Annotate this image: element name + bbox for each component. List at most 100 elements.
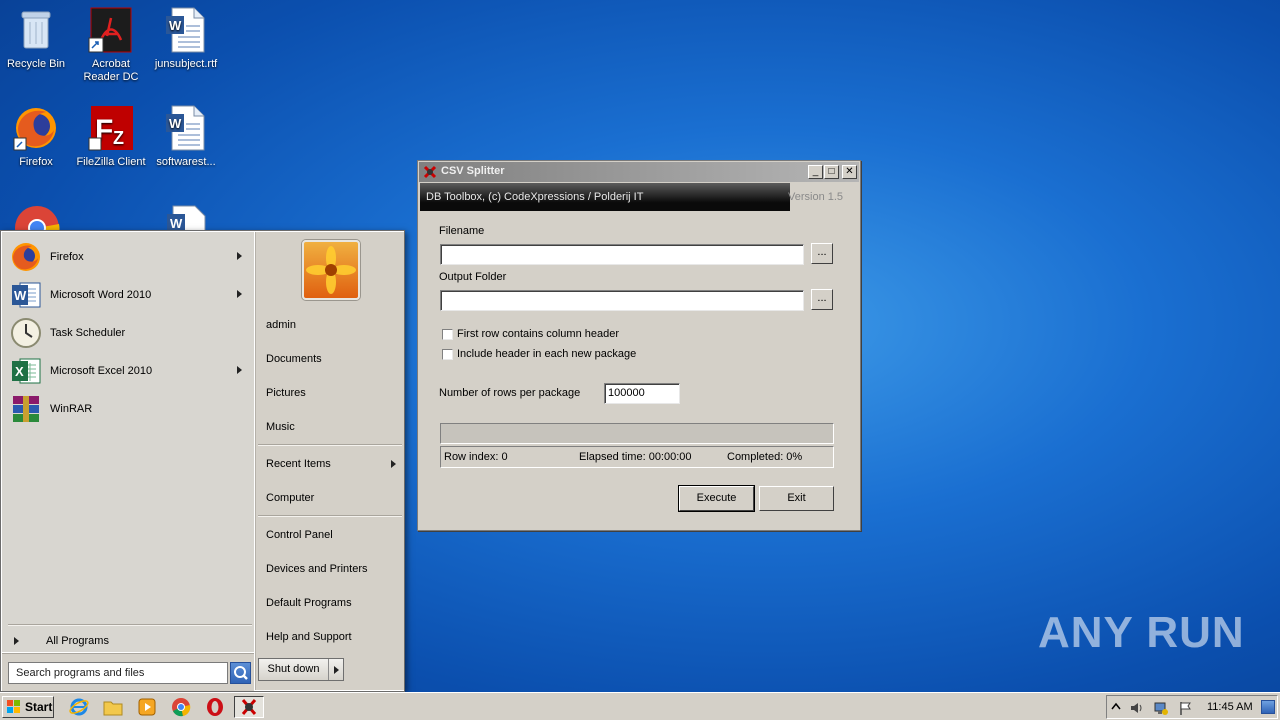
filename-label: Filename	[439, 225, 485, 237]
include-header-checkbox[interactable]	[442, 349, 453, 360]
desktop-icon-label: junsubject.rtf	[154, 58, 218, 70]
filezilla-icon: FZ	[87, 104, 135, 152]
maximize-button[interactable]: □	[824, 165, 839, 179]
taskbar-media-player[interactable]	[136, 696, 160, 718]
include-header-label[interactable]: Include header in each new package	[457, 348, 636, 360]
desktop-icon-filezilla[interactable]: FZ FileZilla Client	[71, 104, 151, 169]
separator	[8, 624, 252, 626]
chrome-icon	[172, 698, 191, 717]
start-link-control-panel[interactable]: Control Panel	[266, 524, 402, 546]
taskbar-csv-splitter[interactable]	[234, 696, 264, 718]
close-button[interactable]: ✕	[842, 165, 857, 179]
start-link-default-programs[interactable]: Default Programs	[266, 592, 402, 614]
start-label: Start	[25, 700, 53, 714]
svg-text:W: W	[170, 216, 183, 230]
svg-text:W: W	[169, 116, 182, 131]
start-item-label: Microsoft Word 2010	[50, 289, 152, 301]
start-menu-programs: Firefox W Microsoft Word 2010 Task Sched…	[2, 232, 254, 652]
taskbar-chrome[interactable]	[170, 696, 194, 718]
user-avatar[interactable]	[302, 240, 360, 300]
start-item-word[interactable]: W Microsoft Word 2010	[10, 277, 250, 313]
excel-icon: X	[10, 355, 42, 387]
start-link-recent-items[interactable]: Recent Items	[266, 453, 402, 475]
anyrun-watermark: ANY RUN	[1038, 608, 1245, 657]
word-icon: W	[10, 279, 42, 311]
version-label: Version 1.5	[788, 191, 844, 203]
first-row-header-checkbox[interactable]	[442, 329, 453, 340]
taskbar-opera[interactable]	[204, 696, 228, 718]
search-input[interactable]: Search programs and files	[8, 662, 228, 684]
show-hidden-icons-icon[interactable]	[1111, 701, 1121, 713]
taskbar-ie[interactable]	[68, 696, 92, 718]
start-link-computer[interactable]: Computer	[266, 487, 402, 509]
action-center-flag-icon[interactable]	[1177, 700, 1193, 716]
app-icon	[423, 165, 437, 179]
internet-explorer-icon	[69, 698, 89, 716]
start-link-music[interactable]: Music	[266, 416, 402, 438]
recycle-bin-icon	[12, 6, 60, 54]
desktop-icon-junsubject[interactable]: W junsubject.rtf	[146, 6, 226, 71]
rows-per-package-input[interactable]: 100000	[604, 383, 680, 404]
all-programs-label: All Programs	[46, 635, 109, 647]
browse-folder-button[interactable]: ...	[811, 289, 833, 310]
taskbar: Start 11:45 AM	[0, 692, 1280, 720]
desktop-icon-label: Firefox	[19, 156, 53, 168]
start-link-devices-printers[interactable]: Devices and Printers	[266, 558, 402, 580]
start-item-firefox[interactable]: Firefox	[10, 239, 250, 275]
word-document-icon-partial[interactable]: W	[163, 204, 211, 230]
network-icon[interactable]	[1153, 700, 1169, 716]
csv-splitter-icon	[241, 699, 257, 715]
start-button[interactable]: Start	[2, 696, 54, 718]
desktop-icon-softwarest[interactable]: W softwarest...	[146, 104, 226, 169]
shutdown-options-arrow-icon[interactable]	[334, 666, 339, 674]
output-folder-input[interactable]	[440, 290, 804, 311]
system-tray: 11:45 AM	[1106, 695, 1278, 719]
start-link-user[interactable]: admin	[266, 314, 402, 336]
chrome-desktop-icon-partial[interactable]	[13, 204, 61, 230]
app-banner: DB Toolbox, (c) CodeXpressions / Polderi…	[420, 183, 790, 211]
firefox-icon	[12, 104, 60, 152]
execute-button[interactable]: Execute	[678, 485, 755, 512]
separator	[258, 444, 402, 446]
desktop-icon-label: Acrobat Reader DC	[83, 58, 139, 83]
submenu-arrow-icon	[237, 252, 242, 260]
progress-bar	[440, 423, 834, 444]
minimize-button[interactable]: _	[808, 165, 823, 179]
separator	[258, 515, 402, 517]
elapsed-time-status: Elapsed time: 00:00:00	[579, 451, 692, 463]
browse-file-button[interactable]: ...	[811, 243, 833, 264]
opera-icon	[207, 698, 223, 716]
all-programs-button[interactable]: All Programs	[10, 630, 250, 652]
filename-input[interactable]	[440, 244, 804, 265]
clock[interactable]: 11:45 AM	[1207, 701, 1253, 713]
start-item-winrar[interactable]: WinRAR	[10, 391, 250, 427]
show-desktop-button[interactable]	[1261, 700, 1275, 714]
word-document-icon: W	[162, 6, 210, 54]
desktop-icon-firefox[interactable]: Firefox	[0, 104, 76, 169]
start-menu-search-area: Search programs and files	[2, 653, 254, 691]
desktop-icon-recycle-bin[interactable]: Recycle Bin	[0, 6, 76, 71]
exit-button[interactable]: Exit	[759, 486, 834, 511]
submenu-arrow-icon	[391, 460, 396, 468]
title-bar[interactable]: CSV Splitter _ □ ✕	[419, 162, 859, 182]
start-link-help-support[interactable]: Help and Support	[266, 626, 402, 648]
submenu-arrow-icon	[237, 290, 242, 298]
start-item-label: Microsoft Excel 2010	[50, 365, 153, 377]
start-link-documents[interactable]: Documents	[266, 348, 402, 370]
volume-icon[interactable]	[1129, 700, 1145, 716]
banner-text: DB Toolbox, (c) CodeXpressions / Polderi…	[426, 191, 644, 203]
rows-per-package-label: Number of rows per package	[439, 387, 581, 399]
svg-text:Z: Z	[113, 128, 124, 148]
first-row-header-label[interactable]: First row contains column header	[457, 328, 619, 340]
search-icon[interactable]	[230, 662, 251, 684]
output-folder-label: Output Folder	[439, 271, 507, 283]
start-link-pictures[interactable]: Pictures	[266, 382, 402, 404]
shutdown-button[interactable]: Shut down	[258, 658, 344, 681]
taskbar-explorer[interactable]	[102, 696, 126, 718]
expand-arrow-icon	[14, 637, 19, 645]
start-item-task-scheduler[interactable]: Task Scheduler	[10, 315, 250, 351]
chrome-icon	[15, 206, 60, 230]
desktop-icon-acrobat[interactable]: Acrobat Reader DC	[71, 6, 151, 84]
clock-icon	[10, 317, 42, 349]
start-item-excel[interactable]: X Microsoft Excel 2010	[10, 353, 250, 389]
